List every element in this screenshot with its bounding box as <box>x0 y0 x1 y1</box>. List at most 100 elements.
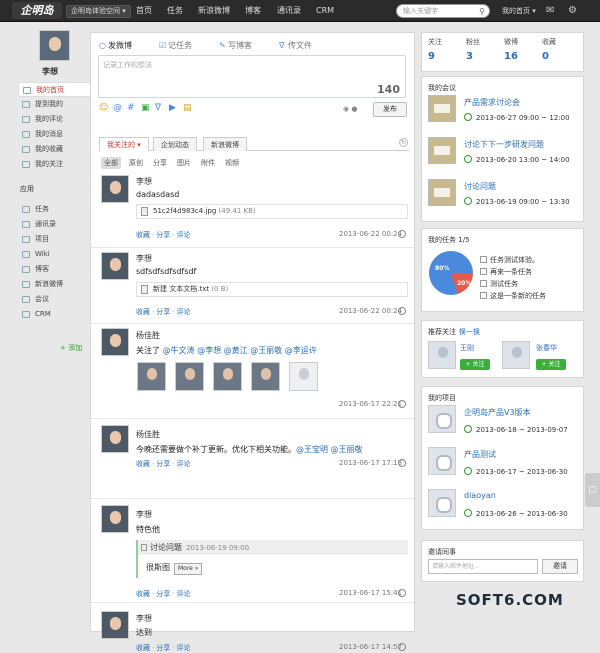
nav-tasks[interactable]: 任务 <box>167 0 183 22</box>
sidebar-item-favorites[interactable]: 我的收藏 <box>18 142 90 157</box>
search-icon[interactable]: ⚲ <box>479 6 485 18</box>
comment-link[interactable]: 评论 <box>176 308 190 316</box>
my-home-menu[interactable]: 我的首页 ▾ <box>502 0 536 22</box>
project-title[interactable]: 企明岛产品V3版本 <box>464 407 531 418</box>
topic-icon[interactable]: # <box>127 103 138 113</box>
avatar[interactable] <box>101 252 129 280</box>
task-item[interactable]: 再来一条任务 <box>480 267 532 277</box>
filter-shared[interactable]: 分享 <box>153 157 167 169</box>
checkbox-icon[interactable] <box>480 256 487 263</box>
recommended-user-name[interactable]: 张春华 <box>536 343 557 353</box>
project-title[interactable]: 产品测试 <box>464 449 496 460</box>
share-to-icons[interactable]: ◉ ● <box>343 105 357 113</box>
avatar[interactable] <box>101 175 129 203</box>
task-item[interactable]: 任务测试体验。 <box>480 255 539 265</box>
chart-icon[interactable]: ▤ <box>183 103 194 113</box>
search-input[interactable]: 输入关键字 ⚲ <box>396 4 490 18</box>
checkbox-icon[interactable] <box>480 292 487 299</box>
checkbox-icon[interactable] <box>480 268 487 275</box>
filter-videos[interactable]: 视频 <box>225 157 239 169</box>
meeting-title[interactable]: 产品需求讨论会 <box>464 97 520 108</box>
sidebar-item-tasks[interactable]: 任务 <box>18 202 90 217</box>
meeting-thumbnail[interactable] <box>428 179 456 206</box>
author-name[interactable]: 李想 <box>136 613 152 624</box>
gear-icon[interactable]: ⚙ <box>568 4 577 18</box>
attachment-icon[interactable]: ∇ <box>155 103 166 113</box>
stat-value[interactable]: 0 <box>542 51 580 62</box>
share-link[interactable]: 分享 <box>156 308 170 316</box>
stat-favorites[interactable]: 收藏 0 <box>542 37 580 62</box>
sidebar-item-wiki[interactable]: Wiki <box>18 247 90 262</box>
nav-crm[interactable]: CRM <box>316 0 334 22</box>
recommended-user-name[interactable]: 王刚 <box>460 343 474 353</box>
project-icon[interactable] <box>428 489 456 517</box>
mention-link[interactable]: @李运许 <box>285 346 317 355</box>
space-switcher[interactable]: 企明岛体验空间 ▾ <box>66 5 131 18</box>
feedback-tab[interactable]: ▢ <box>585 473 600 507</box>
invite-email-field[interactable]: 请输入邮件地址... <box>428 559 538 574</box>
author-name[interactable]: 李想 <box>136 176 152 187</box>
meeting-title[interactable]: 讨论下下一步研发问题 <box>464 139 544 150</box>
sidebar-item-home[interactable]: 我的首页 <box>18 82 90 97</box>
avatar[interactable] <box>101 328 129 356</box>
quote-title[interactable]: 讨论问题 <box>150 543 182 552</box>
project-icon[interactable] <box>428 405 456 433</box>
author-name[interactable]: 李想 <box>136 509 152 520</box>
tab-following[interactable]: 我关注的 ▾ <box>99 137 149 151</box>
attachment[interactable]: 51c2f4d983c4.jpg (49.41 KB) <box>136 204 408 219</box>
share-link[interactable]: 分享 <box>156 231 170 239</box>
mention-link[interactable]: @王宝明 <box>296 445 328 454</box>
meeting-title[interactable]: 讨论问题 <box>464 181 496 192</box>
tab-sina[interactable]: 新浪微博 <box>203 137 247 151</box>
nav-blog[interactable]: 博客 <box>245 0 261 22</box>
post-button[interactable]: 发布 <box>373 102 407 117</box>
followed-user-avatar[interactable] <box>213 362 242 391</box>
avatar[interactable] <box>101 505 129 533</box>
collect-link[interactable]: 收藏 <box>136 590 150 598</box>
share-link[interactable]: 分享 <box>156 590 170 598</box>
tab-weibo[interactable]: ○ 发微博 <box>99 39 132 53</box>
mail-icon[interactable]: ✉ <box>546 4 554 18</box>
app-logo[interactable]: 企明岛 <box>12 2 62 19</box>
sidebar-item-meetings[interactable]: 会议 <box>18 292 90 307</box>
nav-contacts[interactable]: 通讯录 <box>277 0 301 22</box>
nav-weibo[interactable]: 新浪微博 <box>198 0 230 22</box>
mention-link[interactable]: @黄江 <box>224 346 248 355</box>
checkbox-icon[interactable] <box>480 280 487 287</box>
avatar[interactable] <box>101 425 129 453</box>
refresh-icon[interactable]: ↻ <box>399 138 408 147</box>
compose-textarea[interactable]: 记录工作的想法 140 <box>98 55 406 98</box>
avatar[interactable] <box>428 341 456 369</box>
comment-link[interactable]: 评论 <box>176 590 190 598</box>
tab-company[interactable]: 企划动态 <box>153 137 197 151</box>
quoted-meeting[interactable]: 讨论问题 2013-06-19 09:00 很斯图 More » <box>136 540 408 578</box>
more-button[interactable]: More » <box>174 563 203 575</box>
sidebar-item-contacts[interactable]: 通讯录 <box>18 217 90 232</box>
tab-task[interactable]: ☑ 记任务 <box>159 39 192 53</box>
stat-value[interactable]: 3 <box>466 51 504 62</box>
followed-user-avatar[interactable] <box>175 362 204 391</box>
share-link[interactable]: 分享 <box>156 460 170 468</box>
collect-link[interactable]: 收藏 <box>136 231 150 239</box>
collect-link[interactable]: 收藏 <box>136 644 150 652</box>
stat-fans[interactable]: 粉丝 3 <box>466 37 504 62</box>
sidebar-item-mentions[interactable]: 提到我的 <box>18 97 90 112</box>
invite-button[interactable]: 邀请 <box>542 559 578 574</box>
stat-posts[interactable]: 微博 16 <box>504 37 542 62</box>
follow-button[interactable]: + 关注 <box>536 359 566 370</box>
author-name[interactable]: 杨佳胜 <box>136 429 160 440</box>
file-name[interactable]: 新建 文本文档.txt <box>153 285 209 293</box>
sidebar-item-comments[interactable]: 我的评论 <box>18 112 90 127</box>
refresh-link[interactable]: 换一换 <box>459 328 480 336</box>
comment-link[interactable]: 评论 <box>176 231 190 239</box>
tab-file[interactable]: ∇ 传文件 <box>279 39 312 53</box>
sidebar-item-messages[interactable]: 我的消息 <box>18 127 90 142</box>
share-link[interactable]: 分享 <box>156 644 170 652</box>
file-name[interactable]: 51c2f4d983c4.jpg <box>153 207 216 215</box>
avatar[interactable] <box>502 341 530 369</box>
task-item[interactable]: 测试任务 <box>480 279 518 289</box>
emoji-icon[interactable]: ☺ <box>99 103 110 113</box>
author-name[interactable]: 杨佳胜 <box>136 330 160 341</box>
mention-link[interactable]: @王丽敬 <box>250 346 282 355</box>
avatar[interactable] <box>39 30 70 61</box>
